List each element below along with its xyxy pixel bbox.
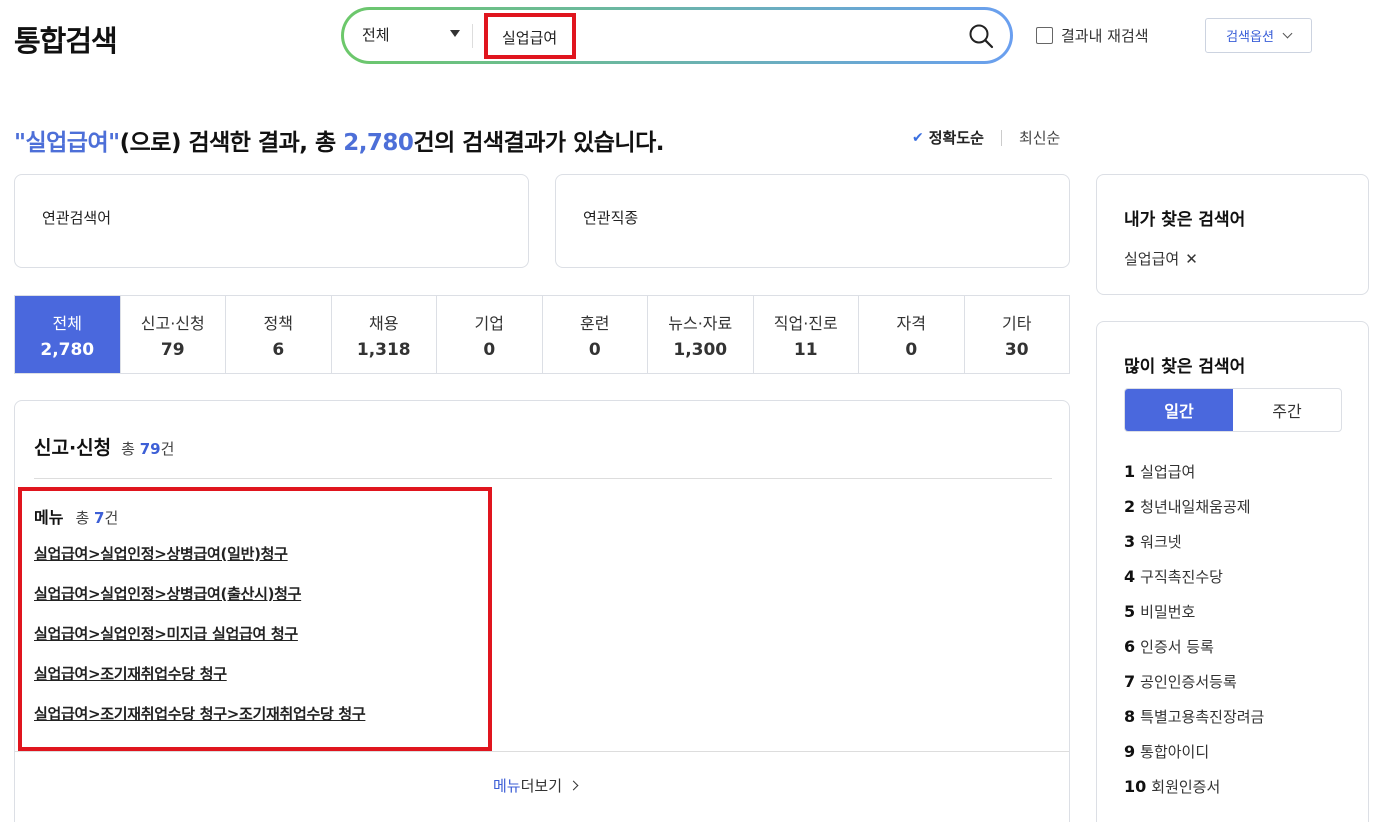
tab-count: 0: [588, 339, 601, 360]
period-toggle: 일간 주간: [1124, 388, 1342, 432]
close-icon[interactable]: ✕: [1185, 250, 1198, 268]
search-scope-select[interactable]: 전체: [362, 24, 390, 45]
tab-label: 자격: [896, 313, 926, 333]
list-item[interactable]: 5 비밀번호: [1124, 594, 1264, 629]
menu-more-button[interactable]: 메뉴 더보기: [493, 775, 579, 796]
summary-query: "실업급여": [14, 130, 120, 156]
tab-label: 기업: [474, 313, 504, 333]
refine-search-label: 결과내 재검색: [1061, 27, 1149, 45]
tab-count: 2,780: [40, 339, 95, 360]
tab-count: 79: [160, 339, 185, 360]
summary-tail: 건의 검색결과가 있습니다.: [413, 130, 664, 156]
list-item[interactable]: 7 공인인증서등록: [1124, 664, 1264, 699]
my-searches-title: 내가 찾은 검색어: [1124, 210, 1246, 230]
result-summary: "실업급여"(으로) 검색한 결과, 총 2,780건의 검색결과가 있습니다.: [14, 123, 664, 157]
tab-etc[interactable]: 기타 30: [963, 296, 1070, 373]
menu-link[interactable]: 실업급여>조기재취업수당 청구: [34, 663, 227, 684]
section-count: 총 79건: [121, 440, 175, 458]
more-prefix: 메뉴: [493, 777, 521, 795]
check-icon: ✔: [912, 129, 924, 146]
list-item[interactable]: 2 청년내일채움공제: [1124, 489, 1264, 524]
more-suffix: 더보기: [520, 777, 563, 795]
chevron-right-icon: [568, 780, 579, 791]
sort-latest[interactable]: 최신순: [1019, 127, 1060, 148]
related-keywords-title: 연관검색어: [42, 209, 112, 227]
sort-accuracy[interactable]: 정확도순: [929, 127, 984, 148]
search-options-label: 검색옵션: [1226, 30, 1274, 45]
list-item[interactable]: 3 워크넷: [1124, 524, 1264, 559]
related-jobs-card: 연관직종: [555, 174, 1070, 268]
divider: [472, 24, 473, 48]
list-item[interactable]: 10 회원인증서: [1124, 769, 1264, 804]
my-search-item[interactable]: 실업급여 ✕: [1124, 248, 1341, 269]
tab-daily[interactable]: 일간: [1125, 389, 1233, 431]
search-bar: 전체 실업급여: [341, 7, 1013, 64]
tab-count: 0: [483, 339, 496, 360]
search-options-button[interactable]: 검색옵션: [1205, 18, 1312, 53]
refine-search-checkbox[interactable]: 결과내 재검색: [1036, 25, 1149, 46]
related-keywords-card: 연관검색어: [14, 174, 529, 268]
tab-career[interactable]: 직업·진로 11: [752, 296, 859, 373]
tab-label: 정책: [263, 313, 293, 333]
page-title: 통합검색: [14, 24, 118, 58]
tab-count: 11: [793, 339, 818, 360]
tab-count: 30: [1004, 339, 1029, 360]
menu-header: 메뉴 총 7건: [34, 504, 118, 528]
tab-license[interactable]: 자격 0: [858, 296, 964, 373]
tab-label: 기타: [1002, 313, 1032, 333]
list-item[interactable]: 4 구직촉진수당: [1124, 559, 1264, 594]
category-tabs: 전체 2,780 신고·신청 79 정책 6 채용 1,318 기업 0 훈련 0 뉴스·자…: [14, 295, 1070, 374]
list-item[interactable]: 6 인증서 등록: [1124, 629, 1264, 664]
section-title: 신고·신청: [34, 437, 112, 459]
tab-report-apply[interactable]: 신고·신청 79: [119, 296, 226, 373]
tab-label: 채용: [369, 313, 399, 333]
popular-searches-title: 많이 찾은 검색어: [1124, 357, 1246, 377]
menu-results: 메뉴 총 7건 실업급여>실업인정>상병급여(일반)청구 실업급여>실업인정>상…: [18, 487, 492, 751]
menu-count: 총 7건: [75, 509, 119, 527]
tab-label: 뉴스·자료: [668, 313, 733, 333]
sort-options: ✔ 정확도순 최신순: [912, 127, 1060, 148]
divider: [1000, 129, 1002, 146]
tab-company[interactable]: 기업 0: [436, 296, 542, 373]
menu-link[interactable]: 실업급여>실업인정>미지급 실업급여 청구: [34, 623, 298, 644]
related-jobs-title: 연관직종: [583, 209, 639, 227]
menu-link[interactable]: 실업급여>실업인정>상병급여(출산시)청구: [34, 583, 301, 604]
report-apply-section: 신고·신청 총 79건 메뉴 총 7건 실업급여>실업인정>상병급여(일반)청구…: [14, 400, 1070, 822]
list-item[interactable]: 9 통합아이디: [1124, 734, 1264, 769]
menu-title: 메뉴: [34, 508, 64, 527]
chevron-down-icon: [1282, 28, 1293, 39]
popular-searches-card: 많이 찾은 검색어 일간 주간 1 실업급여 2 청년내일채움공제 3 워크넷 4 구직…: [1096, 321, 1369, 822]
tab-weekly[interactable]: 주간: [1233, 389, 1341, 431]
section-header: 신고·신청 총 79건: [34, 433, 174, 460]
list-item[interactable]: 8 특별고용촉진장려금: [1124, 699, 1264, 734]
my-search-term[interactable]: 실업급여: [1124, 248, 1179, 269]
list-item[interactable]: 1 실업급여: [1124, 454, 1264, 489]
popular-list: 1 실업급여 2 청년내일채움공제 3 워크넷 4 구직촉진수당 5 비밀번호 6 인증서 …: [1124, 454, 1264, 804]
tab-policy[interactable]: 정책 6: [225, 296, 331, 373]
summary-middle: (으로) 검색한 결과, 총: [119, 130, 344, 156]
tab-label: 신고·신청: [140, 313, 205, 333]
menu-link[interactable]: 실업급여>조기재취업수당 청구>조기재취업수당 청구: [34, 703, 366, 724]
tab-news[interactable]: 뉴스·자료 1,300: [647, 296, 753, 373]
divider: [34, 478, 1052, 479]
tab-count: 1,300: [673, 339, 728, 360]
menu-link[interactable]: 실업급여>실업인정>상병급여(일반)청구: [34, 543, 288, 564]
summary-total: 2,780: [343, 130, 414, 156]
divider: [15, 751, 1069, 752]
tab-label: 직업·진로: [773, 313, 838, 333]
tab-count: 1,318: [356, 339, 411, 360]
tab-count: 0: [905, 339, 918, 360]
tab-count: 6: [272, 339, 285, 360]
tab-label: 훈련: [580, 313, 610, 333]
search-icon[interactable]: [968, 23, 994, 49]
tab-recruit[interactable]: 채용 1,318: [330, 296, 437, 373]
tab-training[interactable]: 훈련 0: [541, 296, 648, 373]
tab-all[interactable]: 전체 2,780: [15, 296, 120, 373]
search-input[interactable]: 실업급여: [484, 13, 576, 59]
my-searches-card: 내가 찾은 검색어 실업급여 ✕: [1096, 174, 1369, 295]
tab-label: 전체: [52, 313, 82, 333]
checkbox[interactable]: [1036, 27, 1053, 44]
caret-down-icon[interactable]: [450, 30, 460, 37]
